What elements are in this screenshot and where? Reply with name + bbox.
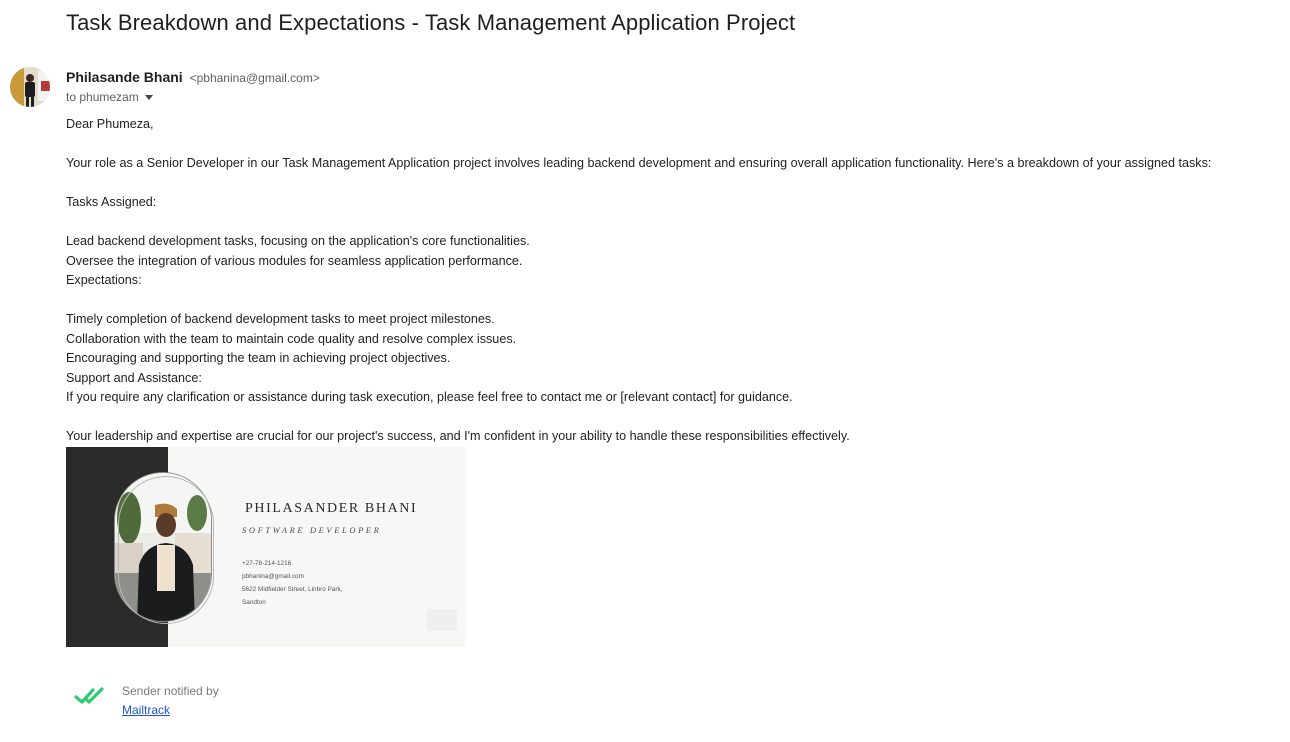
sender-avatar[interactable]: [10, 67, 50, 107]
greeting: Dear Phumeza,: [66, 117, 154, 131]
expectations-heading: Expectations:: [66, 273, 142, 287]
tasks-heading: Tasks Assigned:: [66, 195, 157, 209]
double-check-icon: [74, 687, 104, 704]
support-heading: Support and Assistance:: [66, 370, 202, 385]
email-subject: Task Breakdown and Expectations - Task M…: [66, 10, 796, 35]
sender-line: Philasande Bhani <pbhanina@gmail.com>: [66, 69, 320, 85]
closing-paragraph: Your leadership and expertise are crucia…: [66, 429, 850, 443]
signature-card[interactable]: PHILASANDER BHANI SOFTWARE DEVELOPER +27…: [66, 447, 466, 647]
mailtrack-notice: Sender notified by Mailtrack: [122, 682, 219, 720]
intro-paragraph: Your role as a Senior Developer in our T…: [66, 156, 1212, 170]
expectation-item: Encouraging and supporting the team in a…: [66, 351, 451, 365]
sender-name[interactable]: Philasande Bhani: [66, 69, 183, 85]
signature-corner-mark: [427, 609, 457, 631]
task-item: Oversee the integration of various modul…: [66, 253, 523, 268]
avatar-photo: [10, 67, 50, 107]
signature-address: 5622 Midfielder Street, Linbro Park,: [242, 586, 343, 593]
signature-phone: +27-78-214-1216: [242, 560, 292, 567]
recipient-details-toggle[interactable]: to phumezam: [66, 90, 153, 104]
mailtrack-link[interactable]: Mailtrack: [122, 701, 219, 720]
support-paragraph: If you require any clarification or assi…: [66, 390, 793, 404]
signature-contact: +27-78-214-1216 pbhanina@gmail.com 5622 …: [242, 557, 343, 609]
mailtrack-notice-text: Sender notified by: [122, 684, 219, 698]
expectation-item: Timely completion of backend development…: [66, 312, 495, 326]
expectation-item: Collaboration with the team to maintain …: [66, 331, 517, 346]
chevron-down-icon[interactable]: [144, 94, 153, 100]
task-item: Lead backend development tasks, focusing…: [66, 234, 530, 248]
signature-city: Sandton: [242, 599, 266, 606]
signature-title: SOFTWARE DEVELOPER: [242, 525, 382, 535]
signature-email: pbhanina@gmail.com: [242, 573, 304, 580]
email-body: Dear Phumeza, Your role as a Senior Deve…: [66, 115, 1281, 447]
signature-photo-outline: [118, 476, 214, 624]
sender-email: <pbhanina@gmail.com>: [189, 71, 320, 85]
recipient-line: to phumezam: [66, 90, 139, 104]
signature-name: PHILASANDER BHANI: [245, 501, 418, 516]
